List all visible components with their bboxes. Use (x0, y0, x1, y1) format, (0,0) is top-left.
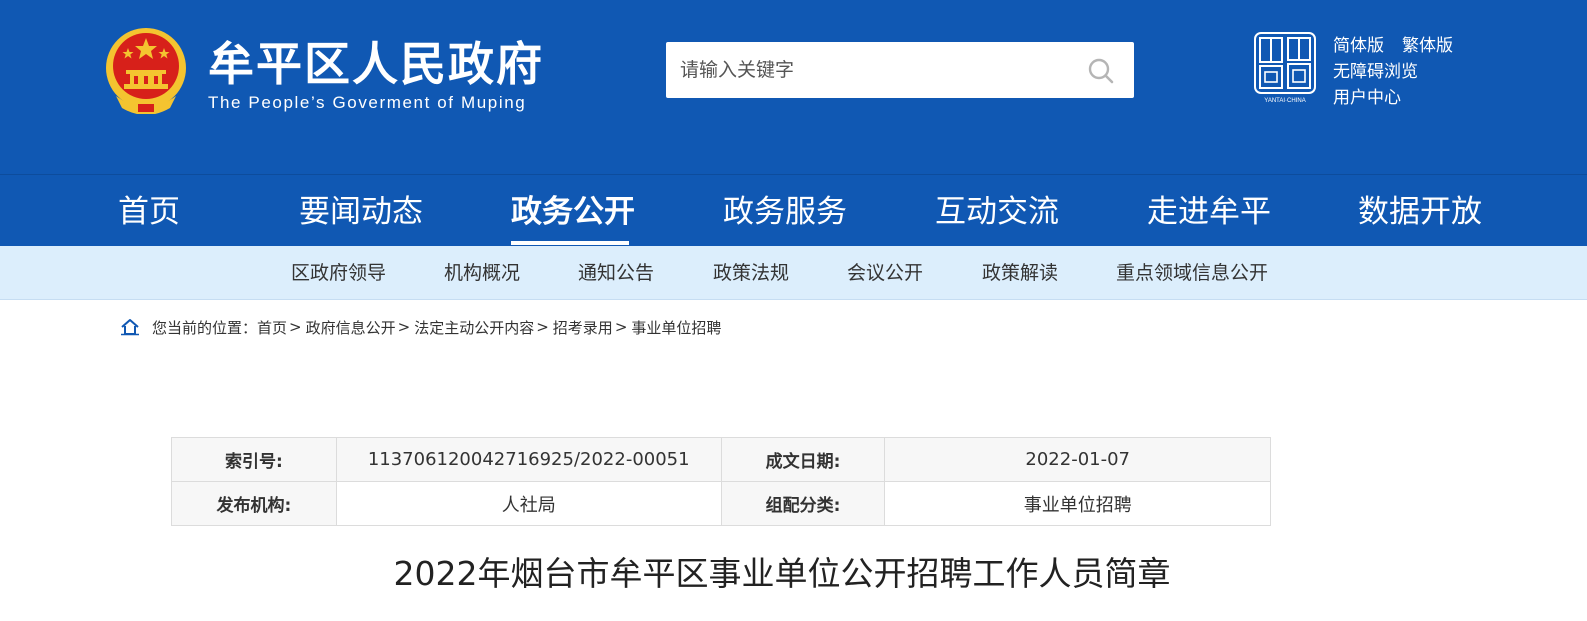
publisher-label: 发布机构: (171, 481, 337, 526)
document-date-value: 2022-01-07 (884, 437, 1271, 482)
publisher-value: 人社局 (335, 481, 722, 526)
document-date-label: 成文日期: (720, 437, 886, 482)
search-box (666, 42, 1134, 98)
sub-item-key-areas[interactable]: 重点领域信息公开 (1116, 261, 1268, 285)
breadcrumb: 您当前的位置： 首页 > 政府信息公开 > 法定主动公开内容 > 招考录用 > … (120, 316, 721, 338)
sub-item-leaders[interactable]: 区政府领导 (291, 261, 386, 285)
category-value: 事业单位招聘 (884, 481, 1271, 526)
breadcrumb-statutory-content[interactable]: 法定主动公开内容 (414, 317, 534, 338)
logo-caption: YANTAI·CHINA (1264, 98, 1305, 104)
nav-item-interaction[interactable]: 互动交流 (935, 192, 1059, 232)
sub-item-notices[interactable]: 通知公告 (578, 261, 654, 285)
nav-item-home[interactable]: 首页 (118, 192, 180, 232)
search-input[interactable] (666, 42, 1076, 98)
nav-item-news[interactable]: 要闻动态 (299, 192, 423, 232)
breadcrumb-separator: > (289, 318, 302, 336)
nav-item-open-data[interactable]: 数据开放 (1358, 192, 1482, 232)
yantai-china-logo-icon: YANTAI·CHINA (1254, 32, 1316, 104)
breadcrumb-recruitment[interactable]: 招考录用 (553, 317, 613, 338)
sub-nav: 区政府领导 机构概况 通知公告 政策法规 会议公开 政策解读 重点领域信息公开 (0, 246, 1587, 300)
national-emblem-icon (106, 28, 186, 114)
home-icon (121, 319, 139, 336)
top-links: 简体版 繁体版 无障碍浏览 用户中心 (1333, 33, 1453, 111)
breadcrumb-separator: > (536, 318, 549, 336)
site-header: 牟平区人民政府 The People’s Goverment of Muping… (0, 0, 1587, 174)
sub-item-policies[interactable]: 政策法规 (713, 261, 789, 285)
sub-item-policy-interpretation[interactable]: 政策解读 (982, 261, 1058, 285)
search-icon[interactable] (1086, 56, 1116, 86)
document-info-table: 索引号: 113706120042716925/2022-00051 成文日期:… (171, 437, 1271, 526)
breadcrumb-separator: > (614, 318, 628, 336)
site-title: 牟平区人民政府 (208, 37, 544, 91)
breadcrumb-gov-info[interactable]: 政府信息公开 (306, 317, 396, 338)
index-number-label: 索引号: (171, 437, 337, 482)
main-nav: 首页 要闻动态 政务公开 政务服务 互动交流 走进牟平 数据开放 (0, 174, 1587, 246)
article-title: 2022年烟台市牟平区事业单位公开招聘工作人员简章 (393, 554, 1171, 593)
breadcrumb-separator: > (397, 318, 411, 336)
nav-item-services[interactable]: 政务服务 (723, 192, 847, 232)
sub-item-organization[interactable]: 机构概况 (444, 261, 520, 285)
breadcrumb-home[interactable]: 首页 (257, 317, 287, 338)
active-nav-indicator (511, 241, 629, 245)
table-row: 发布机构: 人社局 组配分类: 事业单位招聘 (171, 481, 1271, 526)
nav-item-government-affairs[interactable]: 政务公开 (511, 192, 635, 232)
user-center-link[interactable]: 用户中心 (1333, 85, 1401, 111)
nav-item-about-muping[interactable]: 走进牟平 (1147, 192, 1271, 232)
simplified-version-link[interactable]: 简体版 (1333, 33, 1384, 59)
sub-item-meetings[interactable]: 会议公开 (847, 261, 923, 285)
site-subtitle: The People’s Goverment of Muping (208, 93, 527, 112)
category-label: 组配分类: (720, 481, 886, 526)
breadcrumb-institution-recruitment[interactable]: 事业单位招聘 (631, 317, 721, 338)
table-row: 索引号: 113706120042716925/2022-00051 成文日期:… (171, 437, 1271, 482)
index-number-value: 113706120042716925/2022-00051 (335, 437, 722, 482)
breadcrumb-prefix: 您当前的位置： (152, 318, 258, 337)
accessibility-link[interactable]: 无障碍浏览 (1333, 59, 1418, 85)
traditional-version-link[interactable]: 繁体版 (1402, 33, 1453, 59)
